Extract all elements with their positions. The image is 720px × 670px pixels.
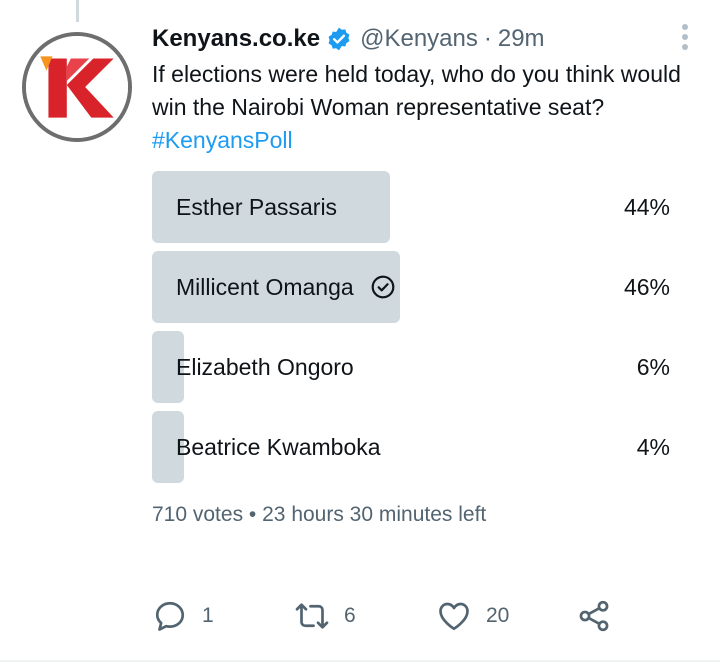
like-count: 20	[486, 604, 510, 627]
retweet-button[interactable]: 6	[294, 598, 356, 634]
tweet-header: Kenyans.co.ke @Kenyans · 29m	[152, 22, 692, 56]
selected-check-icon	[370, 274, 396, 300]
kenyans-logo-icon	[26, 36, 128, 138]
avatar[interactable]	[22, 32, 132, 142]
poll-option-label: Elizabeth Ongoro	[176, 353, 354, 380]
hashtag-link[interactable]: #KenyansPoll	[152, 124, 692, 157]
reply-icon	[152, 598, 188, 634]
tweet-actions: 1 6 20	[152, 596, 622, 636]
retweet-count: 6	[344, 604, 356, 627]
poll-option-percent: 6%	[636, 353, 670, 380]
tweet-text: If elections were held today, who do you…	[152, 58, 692, 157]
poll-option-percent: 44%	[623, 193, 670, 220]
share-icon	[576, 598, 612, 634]
poll-vote-count: 710 votes	[152, 503, 244, 526]
tweet-body: If elections were held today, who do you…	[152, 61, 681, 120]
poll-meta: 710 votes • 23 hours 30 minutes left	[152, 503, 692, 527]
poll-option-percent: 4%	[636, 433, 670, 460]
tweet-divider	[0, 660, 720, 662]
share-button[interactable]	[576, 598, 612, 634]
verified-badge-icon	[326, 26, 352, 52]
separator-dot: ·	[483, 25, 492, 52]
poll-option-label: Beatrice Kwamboka	[176, 433, 381, 460]
poll-option: Esther Passaris 44%	[152, 171, 670, 243]
tweet-timestamp[interactable]: 29m	[498, 25, 545, 53]
poll-option-label: Esther Passaris	[176, 193, 338, 220]
poll-time-left: 23 hours 30 minutes left	[262, 503, 487, 526]
heart-icon	[436, 598, 472, 634]
poll-option: Beatrice Kwamboka 4%	[152, 411, 670, 483]
user-handle[interactable]: @Kenyans	[360, 25, 478, 53]
poll-meta-bullet: •	[248, 503, 257, 526]
reply-count: 1	[202, 604, 214, 627]
display-name[interactable]: Kenyans.co.ke	[152, 25, 320, 53]
poll-option: Millicent Omanga 46%	[152, 251, 670, 323]
retweet-icon	[294, 598, 330, 634]
reply-button[interactable]: 1	[152, 598, 214, 634]
tweet-content: Kenyans.co.ke @Kenyans · 29m If election…	[152, 22, 692, 527]
poll-option-percent: 46%	[623, 273, 670, 300]
like-button[interactable]: 20	[436, 598, 509, 634]
poll-option-label: Millicent Omanga	[152, 274, 396, 301]
thread-connector-line	[76, 0, 79, 22]
poll: Esther Passaris 44% Millicent Omanga 46%…	[152, 171, 670, 483]
poll-option: Elizabeth Ongoro 6%	[152, 331, 670, 403]
